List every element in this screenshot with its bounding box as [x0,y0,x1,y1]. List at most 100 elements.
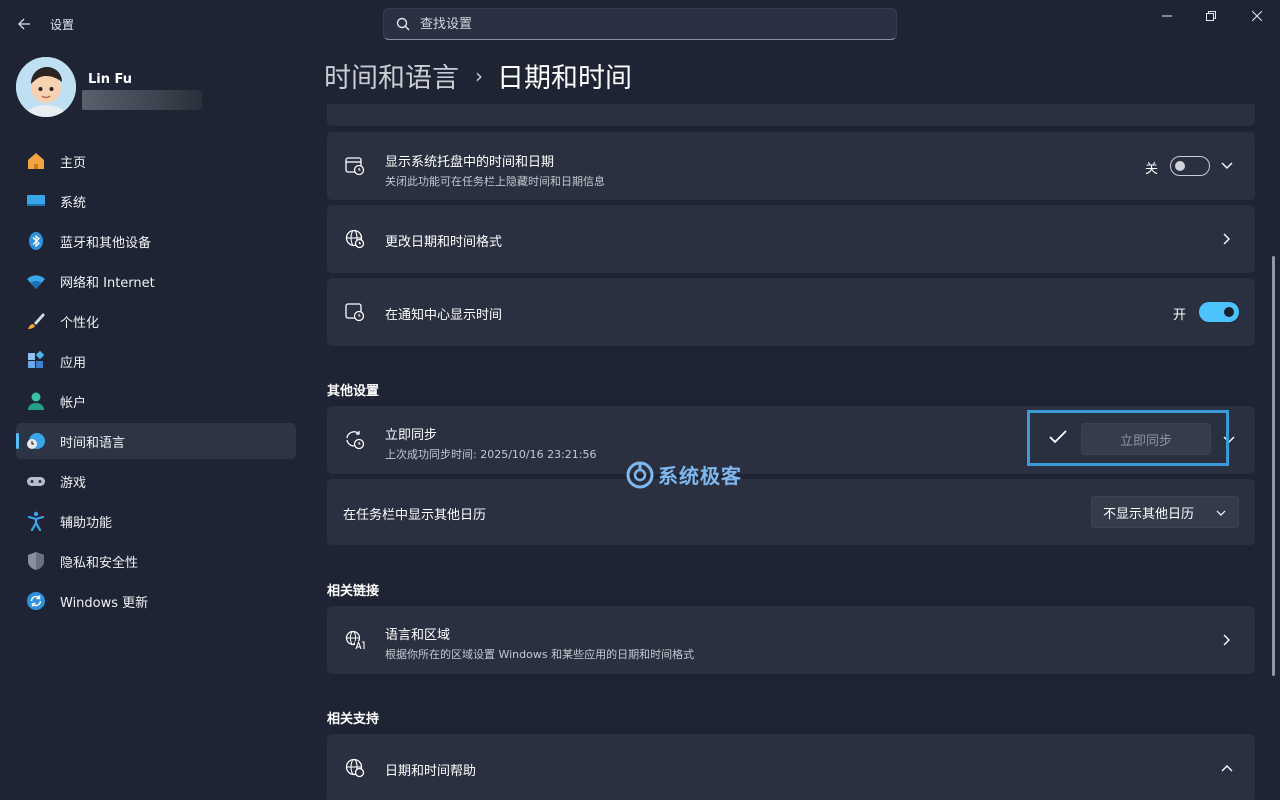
tray-time-card[interactable]: 显示系统托盘中的时间和日期 关闭此功能可在任务栏上隐藏时间和日期信息 关 [327,132,1255,200]
chevron-down-icon[interactable] [1219,158,1235,174]
sidebar-item-personalization[interactable]: 个性化 [16,303,296,339]
card-subtitle: 上次成功同步时间: 2025/10/16 23:21:56 [385,448,597,461]
system-icon [26,191,46,211]
card-title: 日期和时间帮助 [385,764,477,779]
sidebar-item-label: 隐私和安全性 [60,555,139,571]
sidebar-item-bluetooth[interactable]: 蓝牙和其他设备 [16,223,296,259]
title-bar: 设置 [0,0,1280,48]
card-subtitle: 根据你所在的区域设置 Windows 和某些应用的日期和时间格式 [385,648,695,661]
bluetooth-icon [26,231,46,251]
sidebar-item-label: 帐户 [60,395,87,411]
chevron-right-icon [1219,632,1235,648]
close-icon [1252,11,1262,21]
calendar-dropdown[interactable]: 不显示其他日历 [1091,496,1239,528]
back-arrow-icon [18,18,30,30]
restore-icon [1206,11,1216,21]
card-title: 立即同步 [385,428,438,443]
sidebar-item-label: 个性化 [60,315,100,331]
chevron-down-icon [1216,506,1226,521]
sidebar-item-apps[interactable]: 应用 [16,343,296,379]
card-title: 在通知中心显示时间 [385,308,503,323]
sidebar-item-label: 应用 [60,355,87,371]
sidebar-item-label: 辅助功能 [60,515,113,531]
restore-button[interactable] [1188,0,1234,32]
page-title: 日期和时间 [497,63,632,94]
language-region-card[interactable]: 语言和区域 根据你所在的区域设置 Windows 和某些应用的日期和时间格式 [327,606,1255,674]
checkmark-icon [1048,429,1068,449]
sidebar-item-windows-update[interactable]: Windows 更新 [16,583,296,619]
card-title: 语言和区域 [385,628,451,643]
sidebar-nav: 主页 系统 蓝牙和其他设备 网络和 Internet 个性化 应用 帐户 时间和… [16,143,296,623]
sidebar-item-label: 时间和语言 [60,435,126,451]
sidebar-item-system[interactable]: 系统 [16,183,296,219]
chevron-right-icon [1219,231,1235,247]
section-title-related-support: 相关支持 [327,712,380,727]
toggle-knob [1175,161,1185,171]
avatar [16,57,76,117]
sidebar-item-accessibility[interactable]: 辅助功能 [16,503,296,539]
globe-clock-icon [344,228,366,250]
watermark-text: 系统极客 [658,464,742,488]
calendar-clock-icon [344,155,366,177]
card-subtitle: 关闭此功能可在任务栏上隐藏时间和日期信息 [385,175,605,188]
time-language-icon [26,431,46,451]
sidebar-item-accounts[interactable]: 帐户 [16,383,296,419]
sidebar-item-network[interactable]: 网络和 Internet [16,263,296,299]
search-input[interactable] [420,16,860,32]
notify-time-toggle[interactable] [1199,302,1239,322]
close-button[interactable] [1234,0,1280,32]
sidebar-item-label: Windows 更新 [60,595,149,611]
update-icon [26,591,46,611]
dropdown-value: 不显示其他日历 [1103,506,1195,522]
account-icon [26,391,46,411]
wifi-icon [26,271,46,291]
minimize-button[interactable] [1144,0,1190,32]
globe-help-icon [344,757,366,779]
sidebar-item-home[interactable]: 主页 [16,143,296,179]
app-title: 设置 [50,18,75,32]
card-title: 显示系统托盘中的时间和日期 [385,155,555,170]
notification-clock-icon [344,301,366,323]
blurred-email [82,90,202,110]
toggle-state-label: 关 [1145,162,1159,177]
user-name: Lin Fu [88,72,133,87]
sidebar-item-label: 网络和 Internet [60,275,155,291]
language-icon [344,629,366,651]
card-title: 更改日期和时间格式 [385,235,503,250]
gamepad-icon [26,471,46,491]
sidebar-item-gaming[interactable]: 游戏 [16,463,296,499]
home-icon [26,151,46,171]
sidebar-item-label: 系统 [60,195,87,211]
breadcrumb-separator: › [475,63,483,88]
scrollbar[interactable] [1272,256,1275,676]
watermark-logo-icon [626,461,654,488]
sidebar-item-label: 蓝牙和其他设备 [60,235,152,251]
notify-time-card[interactable]: 在通知中心显示时间 开 [327,278,1255,346]
partial-card [327,104,1255,126]
toggle-knob [1224,307,1234,317]
shield-icon [26,551,46,571]
accessibility-icon [26,511,46,531]
back-button[interactable] [12,10,36,38]
brush-icon [26,311,46,331]
highlight-box: 立即同步 [1027,410,1229,466]
change-format-card[interactable]: 更改日期和时间格式 [327,205,1255,273]
datetime-help-card[interactable]: 日期和时间帮助 [327,734,1255,800]
sidebar-item-privacy[interactable]: 隐私和安全性 [16,543,296,579]
apps-icon [26,351,46,371]
section-title-related-links: 相关链接 [327,584,380,599]
minimize-icon [1162,15,1172,17]
watermark: 系统极客 [626,460,742,489]
breadcrumb-parent[interactable]: 时间和语言 [324,56,459,95]
sidebar-item-time-language[interactable]: 时间和语言 [16,423,296,459]
chevron-up-icon[interactable] [1219,760,1235,776]
sync-now-button[interactable]: 立即同步 [1081,423,1211,455]
search-box[interactable] [383,8,897,40]
breadcrumb: 时间和语言 › 日期和时间 [324,56,632,95]
sidebar-item-label: 主页 [60,155,87,171]
sync-clock-icon [344,429,366,451]
search-icon [396,17,410,31]
toggle-state-label: 开 [1173,308,1187,323]
sidebar-item-label: 游戏 [60,475,87,491]
tray-time-toggle[interactable] [1170,156,1210,176]
